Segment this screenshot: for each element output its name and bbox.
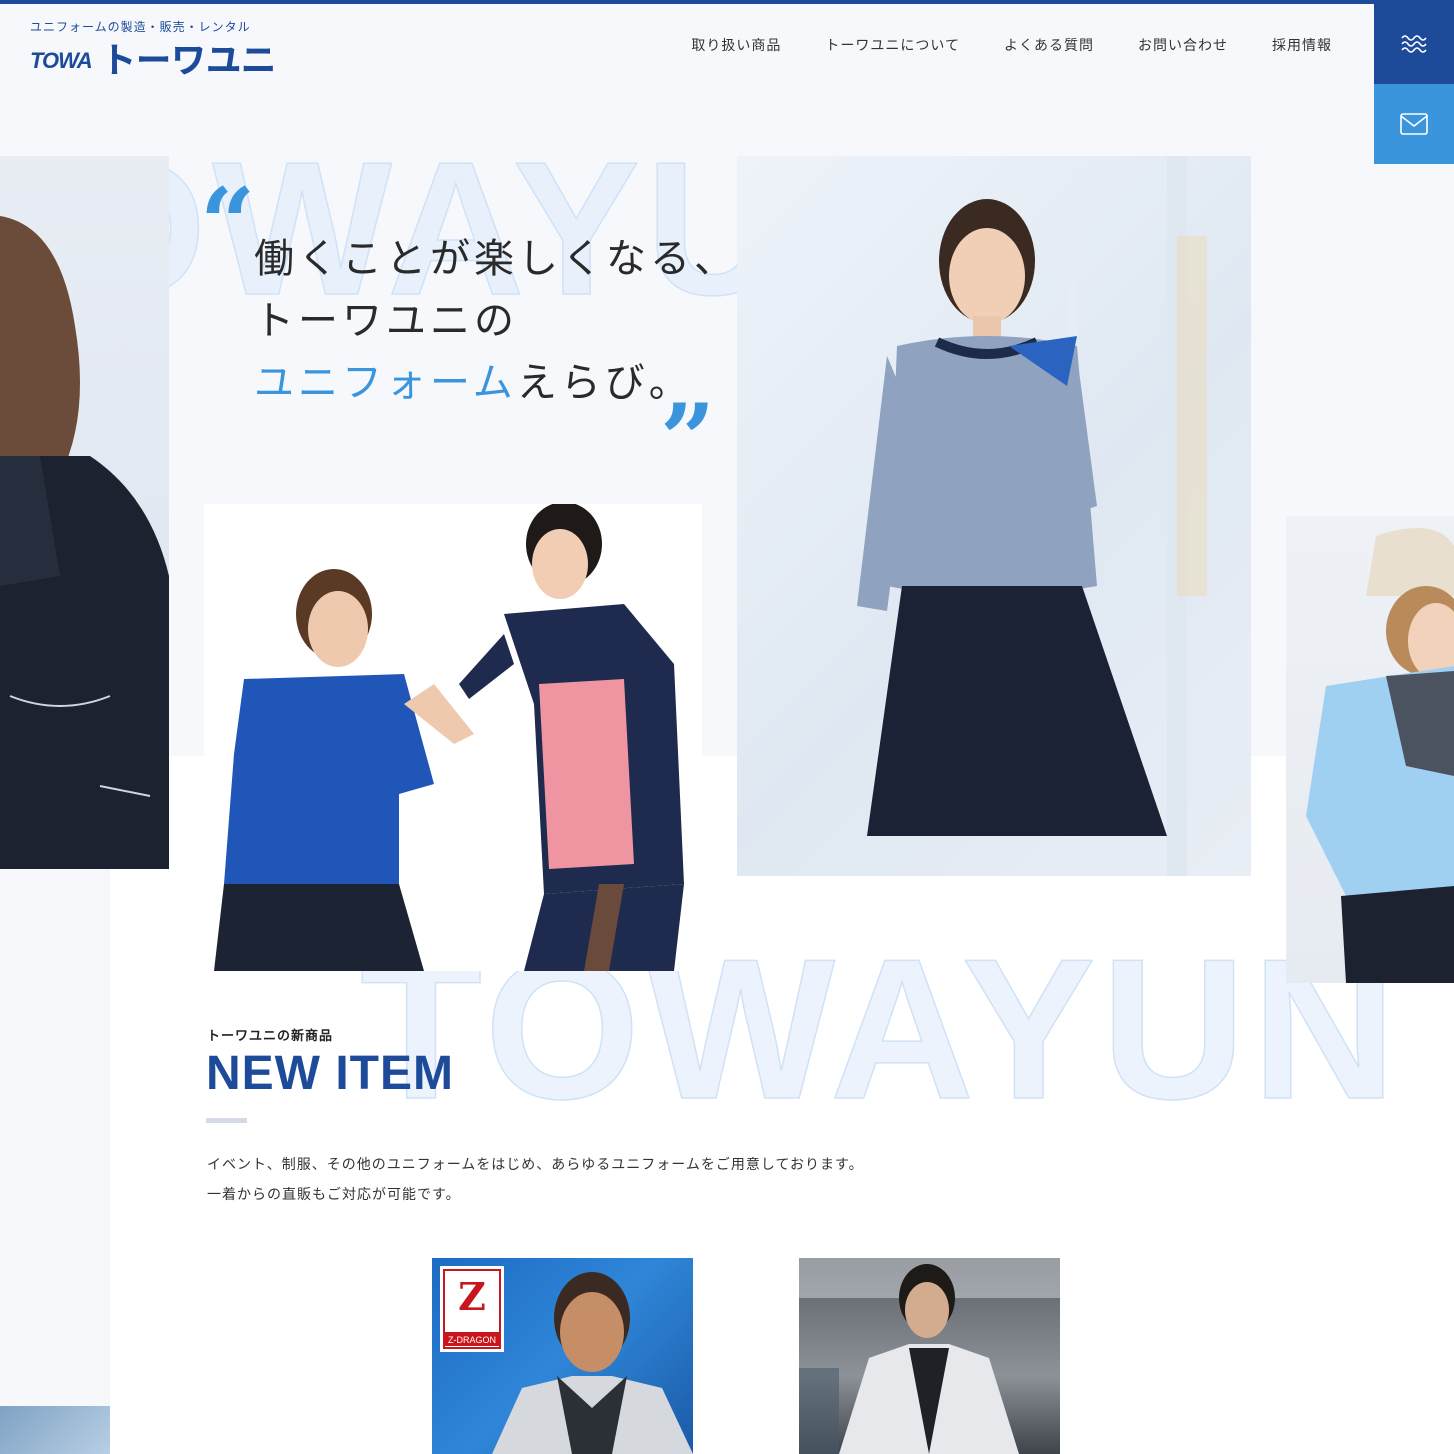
footer-photo-edge (0, 1406, 110, 1454)
new-item-title: NEW ITEM (206, 1047, 454, 1100)
quote-close-mark: ” (660, 383, 716, 496)
desc-line-2: 一着からの直販もご対応が可能です。 (207, 1187, 461, 1203)
new-item-subheading: トーワユニの新商品 (207, 1029, 334, 1044)
catch-line-2: トーワユニの (254, 298, 518, 344)
svg-text:Z: Z (458, 1274, 486, 1319)
new-item-description: イベント、制服、その他のユニフォームをはじめ、あらゆるユニフォームをご用意してお… (207, 1150, 864, 1210)
logo-mark: TOWA (30, 48, 93, 73)
zdragon-brand-text: Z-DRAGON (448, 1335, 496, 1345)
nav-contact[interactable]: お問い合わせ (1138, 35, 1228, 55)
global-nav: 取り扱い商品 トーワユニについて よくある質問 お問い合わせ 採用情報 (691, 35, 1332, 55)
nav-about[interactable]: トーワユニについて (825, 35, 960, 55)
wave-menu-icon (1401, 35, 1427, 53)
catch-line-1: 働くことが楽しくなる、 (254, 236, 738, 282)
mail-icon (1400, 113, 1428, 135)
nav-products[interactable]: 取り扱い商品 (691, 35, 781, 55)
hero-photo-suit (0, 156, 169, 869)
hero-photo-cap-shirt (1286, 516, 1454, 983)
item-card-jacket[interactable] (799, 1258, 1060, 1454)
desc-line-1: イベント、制服、その他のユニフォームをはじめ、あらゆるユニフォームをご用意してお… (207, 1157, 864, 1173)
logo-text: トーワユニ (101, 41, 277, 81)
catch-highlight: ユニフォーム (254, 360, 517, 406)
hero-photo-office-uniform (737, 156, 1251, 876)
mail-button[interactable] (1374, 84, 1454, 164)
quote-open-mark: “ (200, 167, 256, 280)
header-tagline: ユニフォームの製造・販売・レンタル (30, 20, 251, 34)
nav-recruit[interactable]: 採用情報 (1272, 35, 1332, 55)
title-underline (206, 1118, 247, 1123)
top-rule (0, 0, 1454, 4)
item-card-zdragon[interactable]: Z Z-DRAGON (432, 1258, 693, 1454)
site-logo[interactable]: TOWA トーワユニ (30, 41, 277, 81)
hero-photo-polo-pair (204, 504, 702, 971)
nav-faq[interactable]: よくある質問 (1004, 35, 1094, 55)
menu-button[interactable] (1374, 4, 1454, 84)
